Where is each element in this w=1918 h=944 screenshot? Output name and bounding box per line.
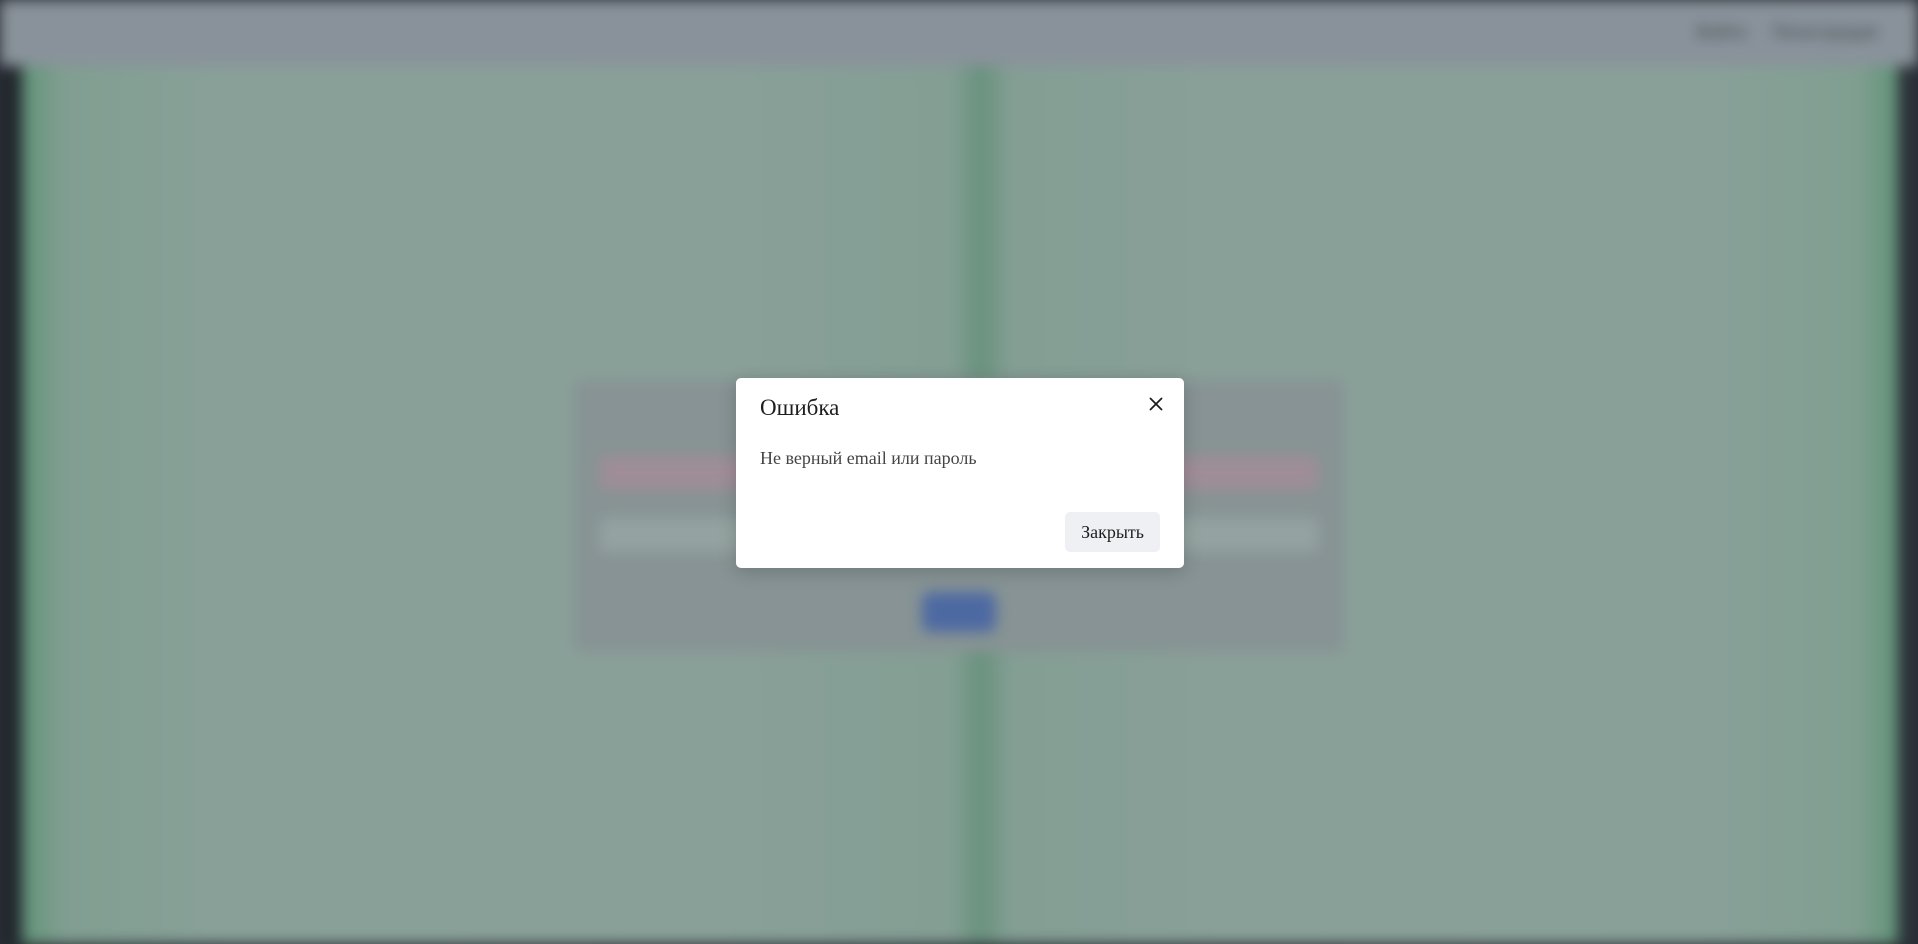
- dialog-message: Не верный email или пароль: [760, 448, 977, 468]
- error-dialog: Ошибка Не верный email или пароль Закрыт…: [736, 378, 1184, 568]
- dialog-title: Ошибка: [760, 395, 840, 420]
- close-dialog-button[interactable]: Закрыть: [1065, 512, 1160, 552]
- page: Войти Регистрация Ошибка Не верный email…: [0, 0, 1918, 944]
- dialog-close-button[interactable]: [1144, 392, 1168, 416]
- close-icon: [1144, 392, 1168, 416]
